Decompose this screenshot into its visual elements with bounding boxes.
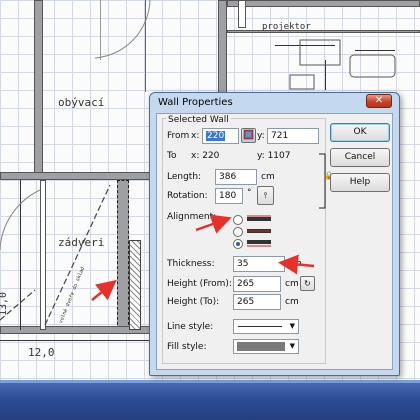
rotation-input[interactable]: 180 xyxy=(215,188,243,204)
from-x-label: x: xyxy=(191,131,200,141)
alignment-label: Alignment: xyxy=(167,212,217,222)
to-x-label: x: 220 xyxy=(191,151,220,161)
cancel-button[interactable]: Cancel xyxy=(330,148,390,167)
thickness-input[interactable]: 35 xyxy=(233,256,285,272)
thickness-label: Thickness: xyxy=(167,259,215,269)
pick-point-button[interactable] xyxy=(241,128,256,143)
close-icon: ✕ xyxy=(374,95,384,106)
taskbar-highlight xyxy=(0,380,420,383)
dialog-client-area: Selected Wall From x: 220 y: 721 To x: 2… xyxy=(156,113,393,370)
alignment-center-icon xyxy=(247,229,271,233)
dimension-label: 13,0 xyxy=(0,291,9,316)
fill-style-label: Fill style: xyxy=(167,342,207,352)
height-to-unit: cm xyxy=(285,297,299,307)
line-style-label: Line style: xyxy=(167,322,214,332)
fill-style-swatch xyxy=(237,342,285,351)
pin-icon: ⫯ xyxy=(263,191,268,200)
close-button[interactable]: ✕ xyxy=(366,94,392,108)
fill-style-select[interactable]: ▼ xyxy=(233,339,299,354)
alignment-radio-1[interactable] xyxy=(233,215,243,225)
alignment-radio-2[interactable] xyxy=(233,227,243,237)
chevron-down-icon: ▼ xyxy=(289,342,295,350)
thickness-unit: cm xyxy=(288,259,302,269)
room-label-living: obývací xyxy=(58,96,105,109)
pick-point-icon xyxy=(243,129,254,140)
room-label-projector: projektor xyxy=(262,22,311,32)
dialog-titlebar[interactable]: Wall Properties ✕ xyxy=(150,93,399,113)
line-style-swatch xyxy=(238,326,282,327)
height-from-label: Height (From): xyxy=(167,279,232,289)
alignment-left-icon xyxy=(247,215,271,221)
from-x-value: 220 xyxy=(206,131,226,141)
rotation-label: Rotation: xyxy=(167,191,208,201)
group-title: Selected Wall xyxy=(166,115,231,125)
length-label: Length: xyxy=(167,172,202,182)
link-icon: ↻ xyxy=(304,279,311,288)
length-input[interactable]: 386 xyxy=(215,169,257,185)
from-x-input[interactable]: 220 xyxy=(202,128,239,144)
height-to-label: Height (To): xyxy=(167,297,220,307)
dimension-label: 12,0 xyxy=(28,346,55,359)
chevron-down-icon: ▼ xyxy=(289,322,295,330)
from-y-input[interactable]: 721 xyxy=(267,128,319,144)
height-link-button[interactable]: ↻ xyxy=(300,276,315,291)
line-style-select[interactable]: ▼ xyxy=(233,319,299,334)
length-unit: cm xyxy=(261,172,275,182)
alignment-right-icon xyxy=(247,240,271,247)
rotation-pick-button[interactable]: ⫯ xyxy=(257,186,274,205)
taskbar[interactable] xyxy=(0,380,420,420)
dialog-title: Wall Properties xyxy=(158,97,233,108)
wall-properties-dialog[interactable]: Wall Properties ✕ Selected Wall From x: … xyxy=(149,92,400,376)
height-from-input[interactable]: 265 xyxy=(233,276,281,292)
from-label: From xyxy=(167,131,190,141)
room-label-entrance: zádveri xyxy=(58,236,105,249)
ok-button[interactable]: OK xyxy=(330,123,390,142)
height-to-input[interactable]: 265 xyxy=(233,294,281,310)
help-button[interactable]: Help xyxy=(330,173,390,192)
from-y-label: y: xyxy=(257,131,265,141)
to-y-label: y: 1107 xyxy=(257,151,291,161)
to-label: To xyxy=(167,151,177,161)
height-from-unit: cm xyxy=(285,279,299,289)
alignment-radio-3[interactable] xyxy=(233,239,243,249)
rotation-unit: ° xyxy=(247,188,252,198)
